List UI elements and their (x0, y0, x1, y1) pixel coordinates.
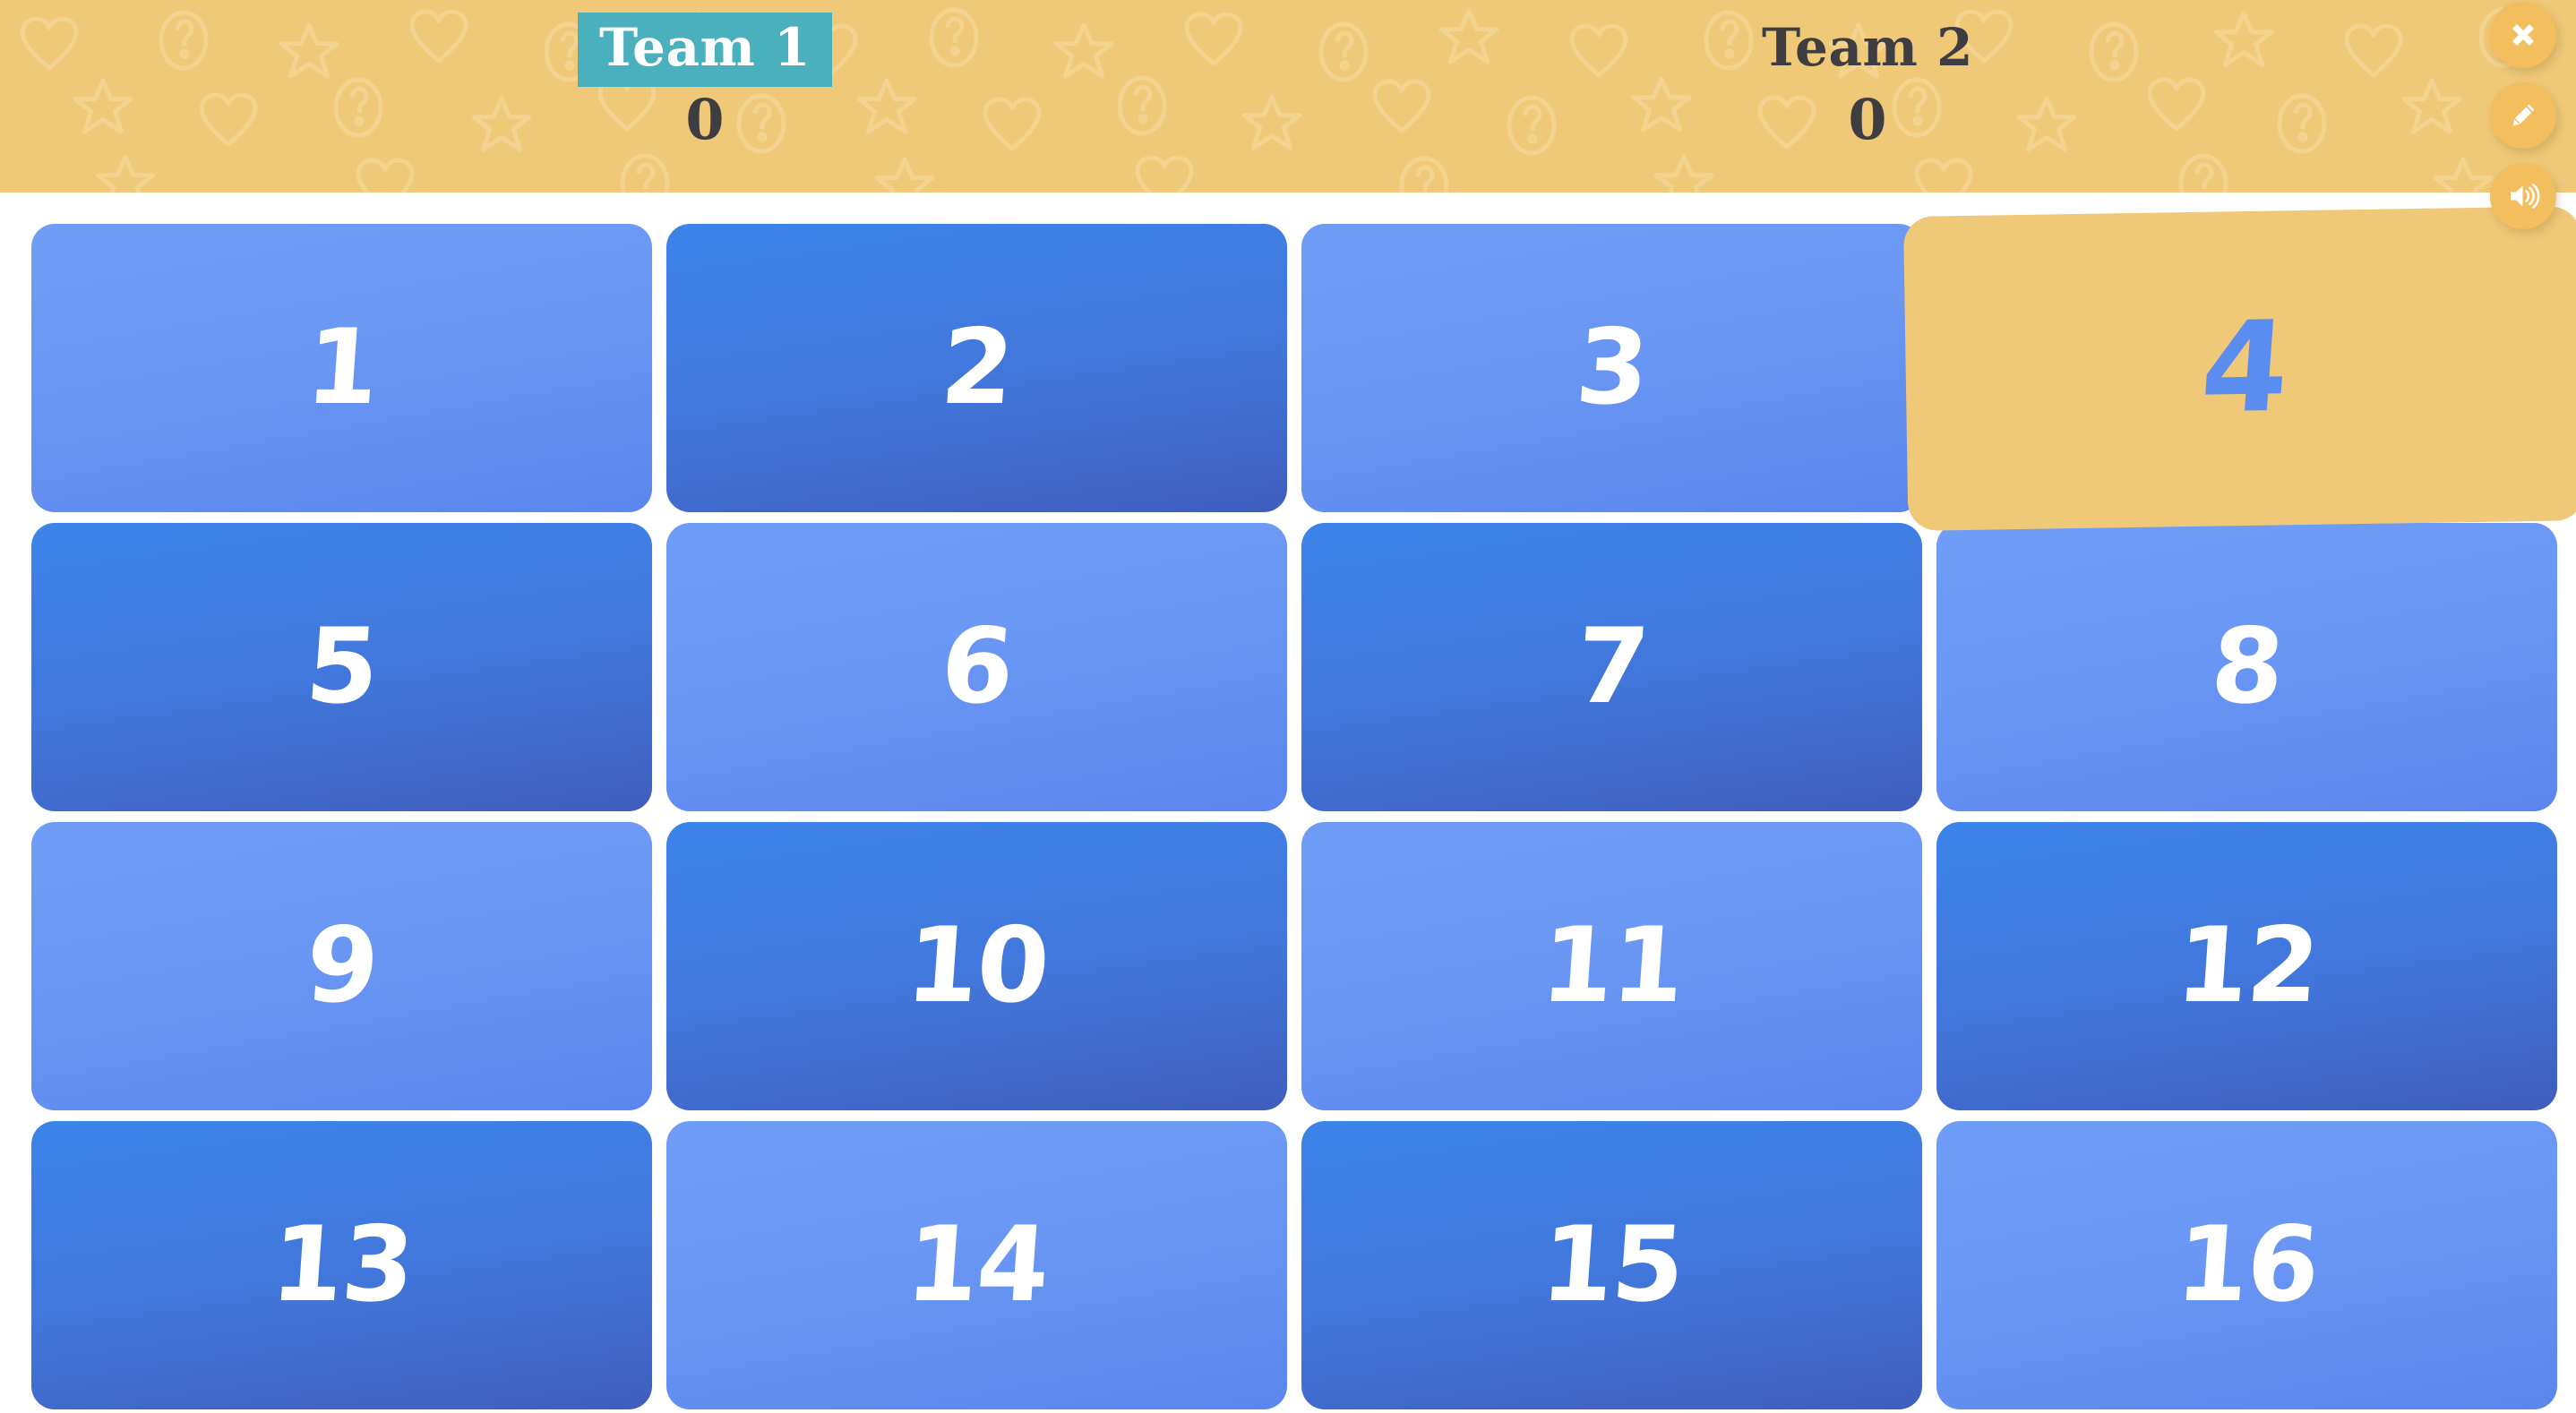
tile-2[interactable]: 2 (666, 224, 1287, 512)
tile-5[interactable]: 5 (31, 523, 652, 811)
scoreboard-header: Team 1 0 Team 2 0 (0, 0, 2576, 193)
tile-9[interactable]: 9 (31, 822, 652, 1110)
close-button[interactable] (2490, 2, 2556, 68)
sound-button[interactable] (2490, 163, 2556, 229)
number-tile-grid: 1 2 3 4 5 6 7 8 9 10 11 12 13 14 15 16 (31, 206, 2576, 1409)
close-icon (2507, 19, 2539, 51)
team-2-name[interactable]: Team 2 (1740, 13, 1995, 87)
tile-13[interactable]: 13 (31, 1121, 652, 1409)
team-1-score: 0 (685, 87, 725, 153)
edit-button[interactable] (2490, 82, 2556, 149)
tile-number-label: 8 (2207, 606, 2287, 727)
tile-number-label: 1 (302, 307, 382, 428)
tile-number-label: 7 (1572, 606, 1652, 727)
tile-3[interactable]: 3 (1301, 224, 1922, 512)
tile-number-label: 3 (1572, 307, 1652, 428)
tile-6[interactable]: 6 (666, 523, 1287, 811)
control-button-group (2474, 0, 2572, 229)
tile-number-label: 14 (902, 1204, 1052, 1325)
tile-number-label: 5 (302, 606, 382, 727)
tile-number-label: 4 (2196, 294, 2292, 442)
tile-number-label: 2 (937, 307, 1017, 428)
tile-8[interactable]: 8 (1936, 523, 2557, 811)
tile-10[interactable]: 10 (666, 822, 1287, 1110)
tile-number-label: 11 (1537, 905, 1687, 1026)
tile-11[interactable]: 11 (1301, 822, 1922, 1110)
tile-15[interactable]: 15 (1301, 1121, 1922, 1409)
team-1-scoreboard[interactable]: Team 1 0 (391, 0, 1018, 193)
tile-number-label: 10 (902, 905, 1052, 1026)
header-decorative-pattern (0, 0, 2576, 193)
tile-number-label: 6 (937, 606, 1017, 727)
tile-16[interactable]: 16 (1936, 1121, 2557, 1409)
team-2-score: 0 (1848, 87, 1887, 153)
tile-14[interactable]: 14 (666, 1121, 1287, 1409)
team-2-scoreboard[interactable]: Team 2 0 (1554, 0, 2181, 193)
pencil-icon (2507, 99, 2539, 132)
tile-12[interactable]: 12 (1936, 822, 2557, 1110)
tile-7[interactable]: 7 (1301, 523, 1922, 811)
tile-4[interactable]: 4 (1902, 206, 2576, 531)
tile-number-label: 9 (302, 905, 382, 1026)
tile-number-label: 15 (1537, 1204, 1687, 1325)
tile-number-label: 16 (2172, 1204, 2322, 1325)
tile-number-label: 13 (267, 1204, 416, 1325)
team-1-name[interactable]: Team 1 (578, 13, 832, 88)
speaker-icon (2506, 179, 2540, 213)
tile-1[interactable]: 1 (31, 224, 652, 512)
game-board-screen: Team 1 0 Team 2 0 1 2 3 4 5 6 7 8 9 10 1… (0, 0, 2576, 1413)
tile-number-label: 12 (2172, 905, 2322, 1026)
